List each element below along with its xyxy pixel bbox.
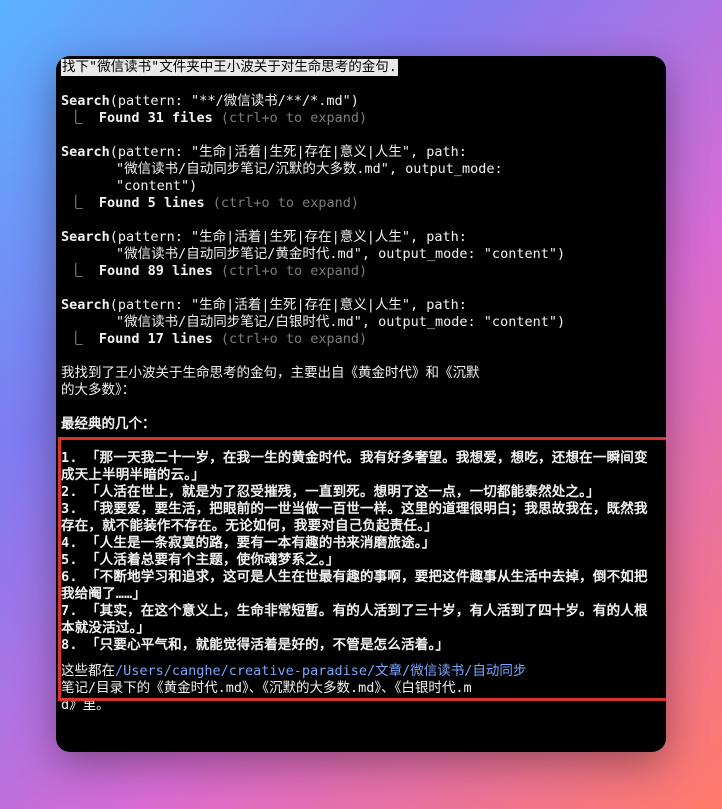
search-result-4[interactable]: ⎿ Found 17 lines (ctrl+o to expand) bbox=[61, 331, 658, 348]
search-tool-label: Search bbox=[61, 144, 110, 160]
footer-line: 笔记/目录下的《黄金时代.md》、《沉默的大多数.md》、《白银时代.m bbox=[61, 680, 472, 696]
search-result-text: Found 89 lines bbox=[98, 263, 213, 279]
summary-line: 我找到了王小波关于生命思考的金句，主要出自《黄金时代》和《沉默 bbox=[61, 365, 480, 381]
expand-hint: (ctrl+o to expand) bbox=[212, 195, 360, 211]
search-result-text: Found 5 lines bbox=[98, 195, 205, 211]
expand-hint: (ctrl+o to expand) bbox=[220, 110, 368, 126]
quote-item: 2. 「人活在世上，就是为了忍受摧残，一直到死。想明了这一点，一切都能泰然处之。… bbox=[61, 484, 600, 500]
quote-item: 3. 「我要爱，要生活，把眼前的一世当做一百世一样。这里的道理很明白；我思故我在… bbox=[61, 501, 648, 534]
quote-item: 1. 「那一天我二十一岁，在我一生的黄金时代。我有好多奢望。我想爱，想吃，还想在… bbox=[61, 450, 648, 483]
search-call-1: Search(pattern: "**/微信读书/**/*.md") bbox=[61, 93, 658, 110]
footer-path-link[interactable]: /Users/canghe/creative-paradise/文章/微信读书/… bbox=[115, 663, 526, 679]
search-result-text: Found 17 lines bbox=[98, 331, 213, 347]
search-call-3: Search(pattern: "生命|活着|生死|存在|意义|人生", pat… bbox=[61, 229, 658, 246]
footer-line: 这些都在/Users/canghe/creative-paradise/文章/微… bbox=[61, 663, 658, 680]
search-args-cont: "content") bbox=[116, 178, 198, 194]
search-result-2[interactable]: ⎿ Found 5 lines (ctrl+o to expand) bbox=[61, 195, 658, 212]
search-result-text: Found 31 files bbox=[98, 110, 213, 126]
search-args: (pattern: "生命|活着|生死|存在|意义|人生", path: bbox=[109, 144, 467, 160]
footer-prefix: 这些都在 bbox=[61, 663, 115, 679]
classic-heading: 最经典的几个： bbox=[61, 416, 156, 432]
search-args: (pattern: "生命|活着|生死|存在|意义|人生", path: bbox=[109, 297, 467, 313]
search-args-cont: "微信读书/自动同步笔记/黄金时代.md", output_mode: "con… bbox=[116, 246, 566, 262]
summary-line: 的大多数》： bbox=[61, 382, 136, 398]
footer-line: d》里。 bbox=[61, 697, 110, 713]
search-args-cont: "微信读书/自动同步笔记/白银时代.md", output_mode: "con… bbox=[116, 314, 566, 330]
search-args-cont: "微信读书/自动同步笔记/沉默的大多数.md", output_mode: bbox=[116, 161, 503, 177]
user-prompt: 找下"微信读书"文件夹中王小波关于对生命思考的金句. bbox=[61, 59, 398, 76]
terminal-content: 找下"微信读书"文件夹中王小波关于对生命思考的金句. Search(patter… bbox=[58, 59, 666, 714]
quotes-list: 1. 「那一天我二十一岁，在我一生的黄金时代。我有好多奢望。我想爱，想吃，还想在… bbox=[61, 450, 658, 654]
quote-item: 4. 「人生是一条寂寞的路，要有一本有趣的书来消磨旅途。」 bbox=[61, 535, 436, 551]
expand-hint: (ctrl+o to expand) bbox=[220, 331, 368, 347]
search-call-4: Search(pattern: "生命|活着|生死|存在|意义|人生", pat… bbox=[61, 297, 658, 314]
search-args: (pattern: "**/微信读书/**/*.md") bbox=[109, 93, 359, 109]
search-tool-label: Search bbox=[61, 229, 110, 245]
search-args: (pattern: "生命|活着|生死|存在|意义|人生", path: bbox=[109, 229, 467, 245]
quote-item: 5. 「人活着总要有个主题，使你魂梦系之。」 bbox=[61, 552, 340, 568]
user-prompt-line: 找下"微信读书"文件夹中王小波关于对生命思考的金句. bbox=[61, 59, 658, 76]
search-result-1[interactable]: ⎿ Found 31 files (ctrl+o to expand) bbox=[61, 110, 658, 127]
expand-hint: (ctrl+o to expand) bbox=[220, 263, 368, 279]
search-tool-label: Search bbox=[61, 297, 110, 313]
quote-item: 6. 「不断地学习和追求，这可是人生在世最有趣的事啊，要把这件趣事从生活中去掉，… bbox=[61, 569, 648, 602]
terminal-window: 找下"微信读书"文件夹中王小波关于对生命思考的金句. Search(patter… bbox=[56, 56, 666, 752]
quote-item: 7. 「其实，在这个意义上，生命非常短暂。有的人活到了三十岁，有人活到了四十岁。… bbox=[61, 603, 648, 636]
search-call-2: Search(pattern: "生命|活着|生死|存在|意义|人生", pat… bbox=[61, 144, 658, 161]
search-tool-label: Search bbox=[61, 93, 110, 109]
search-result-3[interactable]: ⎿ Found 89 lines (ctrl+o to expand) bbox=[61, 263, 658, 280]
quote-item: 8. 「只要心平气和，就能觉得活着是好的，不管是怎么活着。」 bbox=[61, 637, 450, 653]
